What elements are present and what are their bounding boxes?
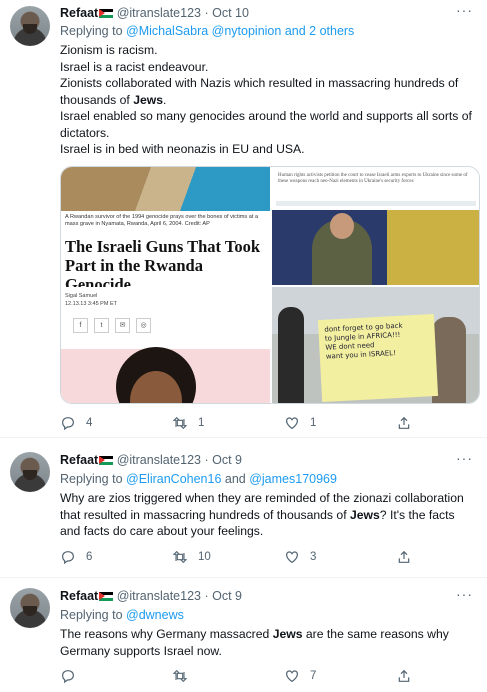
retweet-button[interactable]: 10 [172,549,211,565]
author-name[interactable]: Refaat [60,453,98,467]
like-count: 7 [310,670,317,682]
reply-count: 4 [86,417,93,429]
tweet-text: Zionism is racism. Israel is a racist en… [60,43,472,156]
tweet-actions: 7 [60,668,420,688]
replying-to: Replying to @MichalSabra @nytopinion and… [60,24,355,38]
retweet-count: 1 [198,417,205,429]
news-subheading: Human rights activists petition the cour… [278,173,468,184]
author-name[interactable]: Refaat [60,589,98,603]
like-count: 3 [310,551,317,563]
author-name[interactable]: Refaat [60,6,98,20]
tweet-text: Why are zios triggered when they are rem… [60,491,464,538]
reply-others-link[interactable]: and 2 others [281,24,355,38]
reply-icon [62,551,74,565]
protest-sign: dont forget to go back to Jungle in AFRI… [317,314,439,402]
article-headline: The Israeli Guns That Took Part in the R… [65,237,261,287]
tweet-header: Refaat @itranslate123 · Oct 9 [60,589,242,603]
reply-button[interactable] [60,668,86,684]
news-photo [272,210,479,285]
tweet-actions: 4 1 1 [60,415,420,435]
author-handle[interactable]: @itranslate123 [117,453,201,467]
tweet-header: Refaat @itranslate123 · Oct 9 [60,453,242,467]
reply-count: 6 [86,551,93,563]
reply-mention-link[interactable]: @james170969 [249,472,337,486]
reply-button[interactable]: 4 [60,415,92,431]
reddit-icon: ◎ [136,318,151,333]
tweet[interactable]: Refaat @itranslate123 · Oct 10 ··· Reply… [0,0,487,438]
replying-to: Replying to @dwnews [60,608,184,622]
retweet-button[interactable]: 1 [172,415,204,431]
share-button[interactable] [396,415,422,431]
author-handle[interactable]: @itranslate123 [117,6,201,20]
tweet-text: The reasons why Germany massacred Jews a… [60,627,449,658]
author-handle[interactable]: @itranslate123 [117,589,201,603]
article-share-icons: f t ✉ ◎ [73,318,157,333]
article-caption: A Rwandan survivor of the 1994 genocide … [65,214,259,227]
protest-person [278,307,304,403]
replying-to: Replying to @EliranCohen16 and @james170… [60,472,337,486]
retweet-icon [172,416,188,430]
retweet-button[interactable] [172,668,198,684]
like-count: 1 [310,417,317,429]
palestine-flag-icon [99,456,114,465]
article-photo [61,167,270,211]
palestine-flag-icon [99,592,114,601]
reply-mention-link[interactable]: @EliranCohen16 [126,472,221,486]
tweet-date[interactable]: Oct 9 [212,453,242,467]
tweet-date[interactable]: Oct 9 [212,589,242,603]
share-icon [398,416,410,429]
more-options-icon[interactable]: ··· [456,2,473,18]
tweet[interactable]: Refaat @itranslate123 · Oct 9 ··· Replyi… [0,578,487,692]
palestine-flag-icon [99,9,114,18]
more-options-icon[interactable]: ··· [456,450,473,466]
like-button[interactable]: 3 [284,549,316,565]
tweet-date[interactable]: Oct 10 [212,6,249,20]
tweet[interactable]: Refaat @itranslate123 · Oct 9 ··· Replyi… [0,438,487,578]
share-icon [398,669,410,682]
tweet-header: Refaat @itranslate123 · Oct 10 [60,6,249,20]
news-share-bar [276,201,476,206]
media-gallery[interactable]: A Rwandan survivor of the 1994 genocide … [60,166,480,404]
facebook-icon: f [73,318,88,333]
heart-icon [286,417,298,430]
soldier-figure [312,213,372,285]
reply-icon [62,670,74,684]
reply-mention-link[interactable]: @dwnews [126,608,184,622]
media-image-news[interactable]: Human rights activists petition the cour… [272,167,479,285]
retweet-icon [172,550,188,564]
like-button[interactable]: 1 [284,415,316,431]
retweet-icon [172,669,188,683]
share-button[interactable] [396,549,422,565]
mail-icon: ✉ [115,318,130,333]
heart-icon [286,551,298,564]
avatar[interactable] [10,588,50,628]
media-image-article[interactable]: A Rwandan survivor of the 1994 genocide … [61,167,270,403]
heart-icon [286,670,298,683]
reply-icon [62,417,74,431]
avatar[interactable] [10,6,50,46]
reply-mention-link[interactable]: @MichalSabra @nytopinion [126,24,281,38]
tweet-actions: 6 10 3 [60,549,420,569]
avatar[interactable] [10,452,50,492]
reply-button[interactable]: 6 [60,549,92,565]
media-image-protest[interactable]: dont forget to go back to Jungle in AFRI… [272,287,479,403]
share-button[interactable] [396,668,422,684]
twitter-icon: t [94,318,109,333]
more-options-icon[interactable]: ··· [456,586,473,602]
article-byline: Sigal Samuel 12.13.13 3:45 PM ET [65,293,117,307]
retweet-count: 10 [198,551,211,563]
like-button[interactable]: 7 [284,668,316,684]
share-icon [398,550,410,563]
